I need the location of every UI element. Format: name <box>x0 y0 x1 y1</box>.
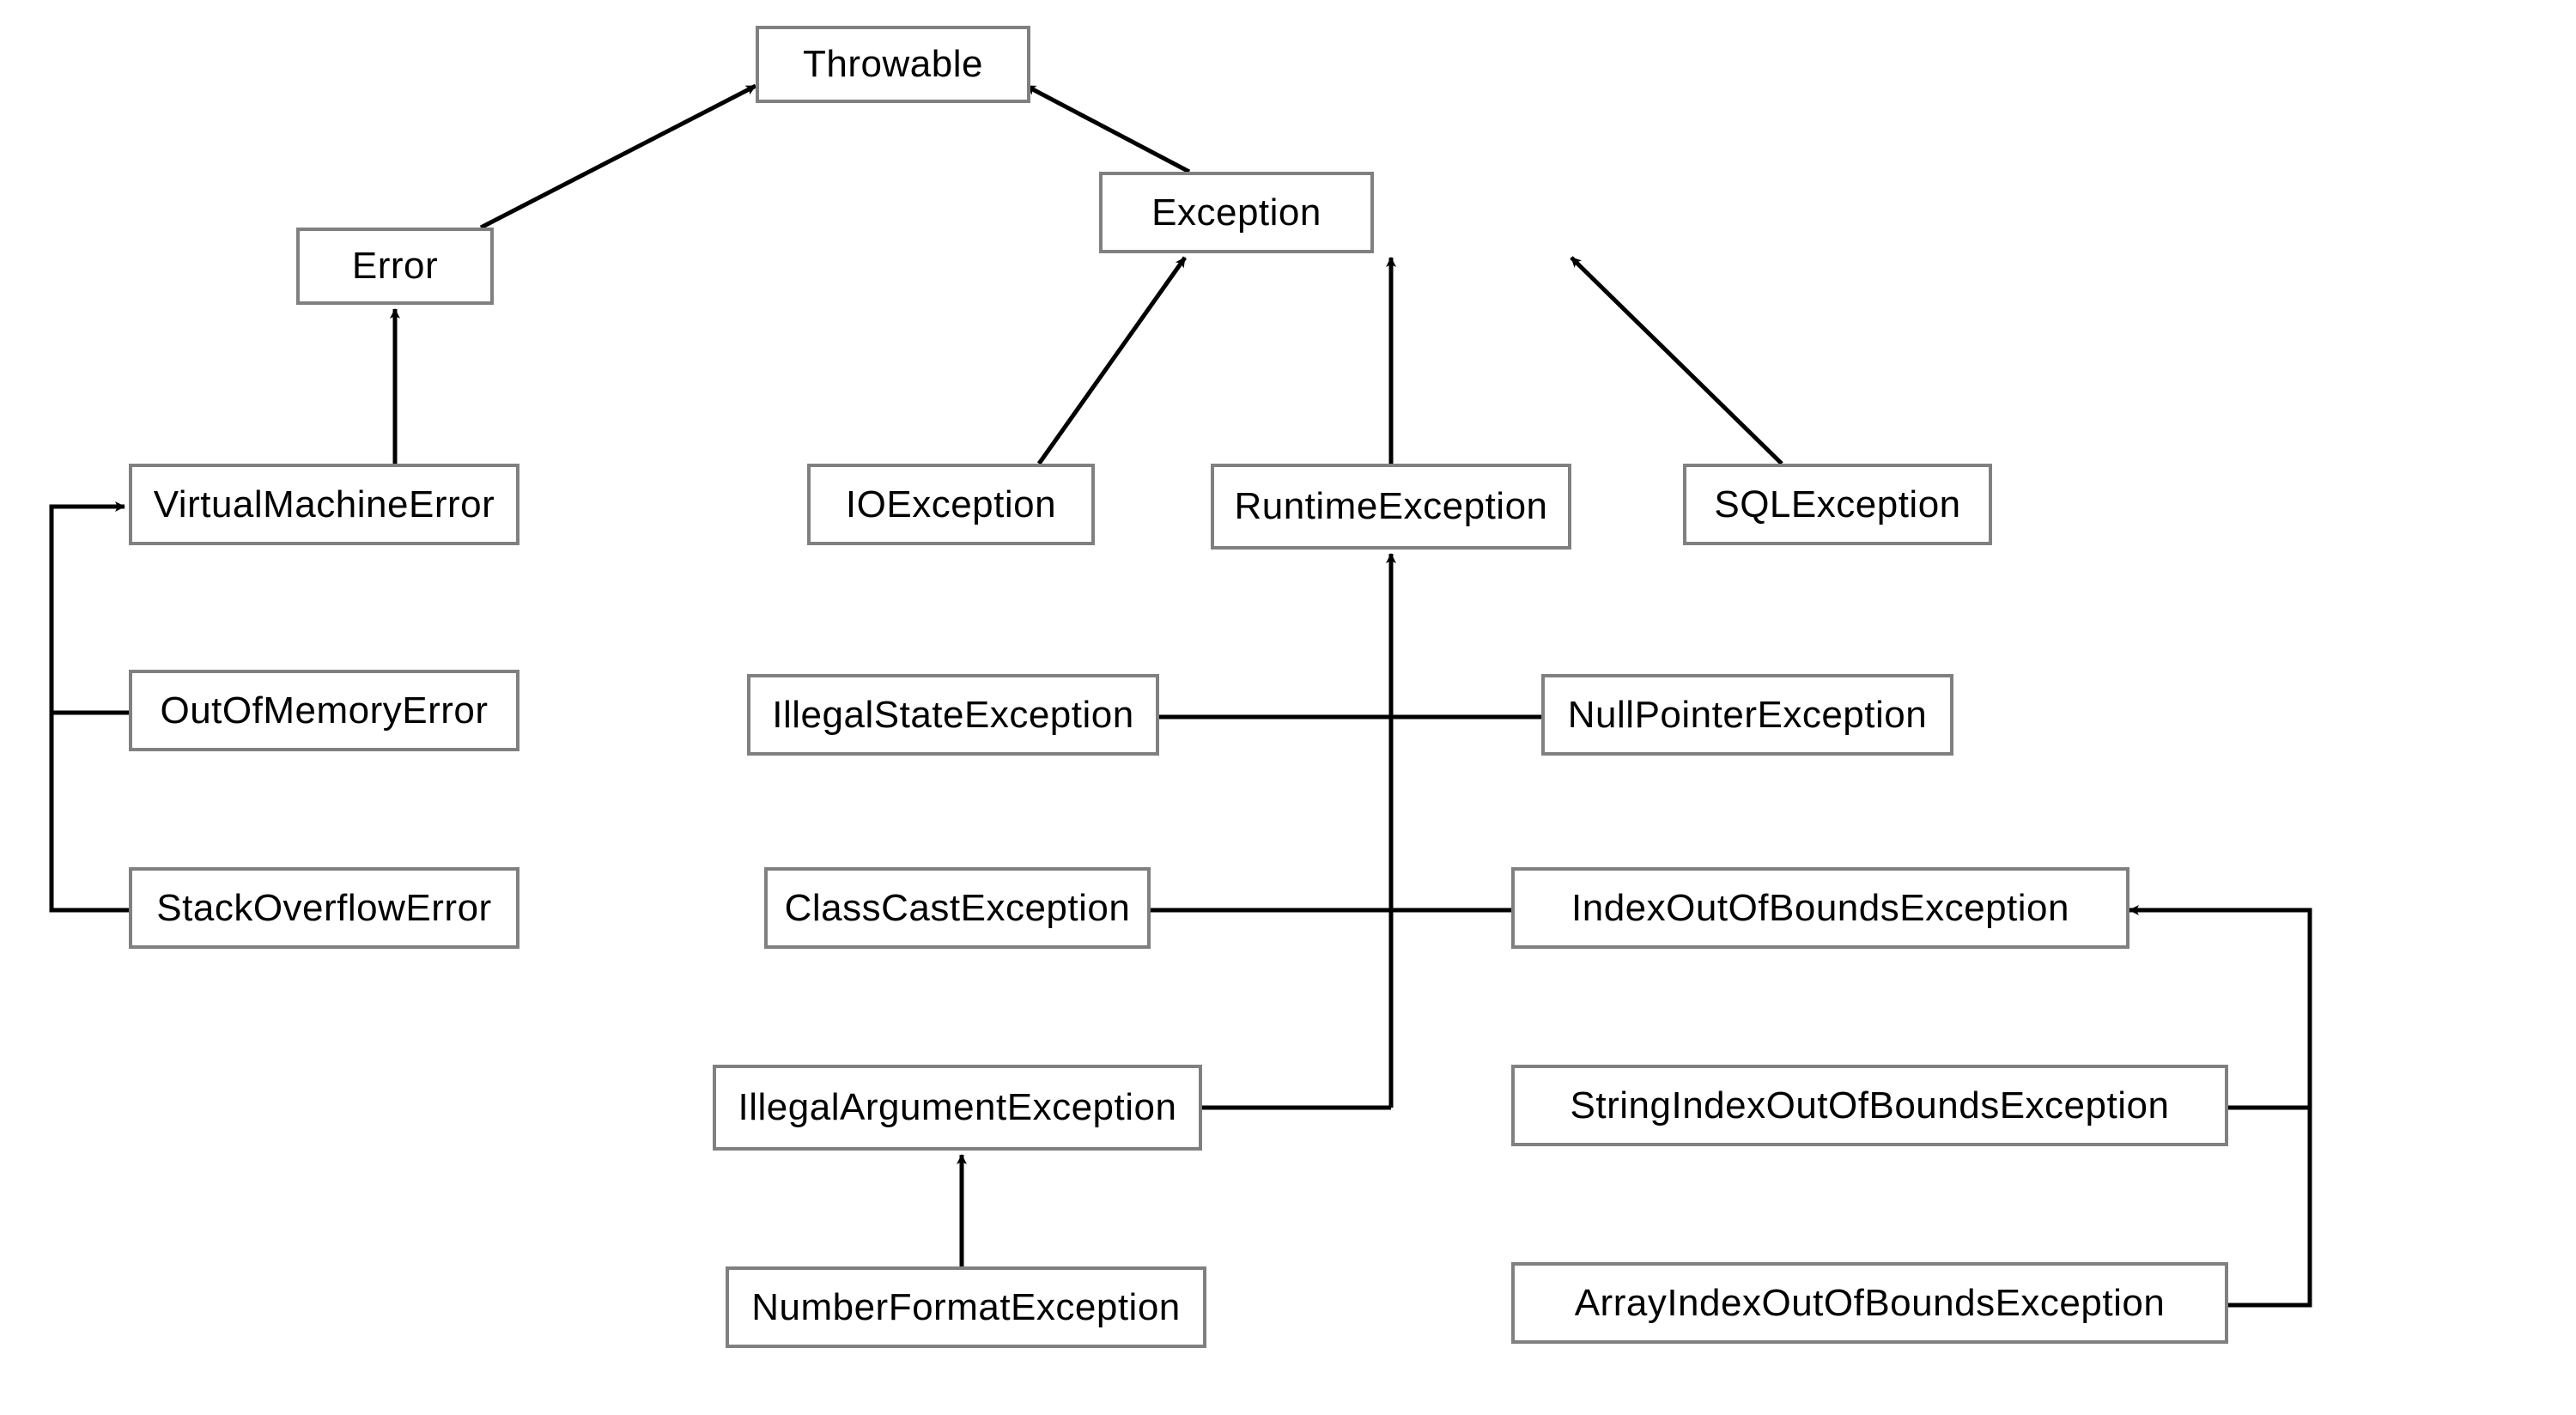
node-label: IndexOutOfBoundsException <box>1571 887 2069 930</box>
edge-soe-vme <box>52 507 129 910</box>
node-virtualmachineerror: VirtualMachineError <box>129 464 519 545</box>
node-label: OutOfMemoryError <box>160 689 488 732</box>
node-classcastexception: ClassCastException <box>764 867 1151 949</box>
node-label: NumberFormatException <box>751 1286 1181 1329</box>
node-label: VirtualMachineError <box>154 483 495 526</box>
node-label: StackOverflowError <box>156 887 491 930</box>
node-label: IllegalArgumentException <box>738 1086 1177 1129</box>
node-stackoverflowerror: StackOverflowError <box>129 867 519 949</box>
node-runtimeexception: RuntimeException <box>1211 464 1571 550</box>
edge-sqlexception-exception <box>1571 258 1782 464</box>
node-label: StringIndexOutOfBoundsException <box>1571 1084 2170 1127</box>
node-illegalargumentexception: IllegalArgumentException <box>713 1065 1202 1151</box>
node-label: Throwable <box>803 43 983 86</box>
node-label: IOException <box>846 483 1056 526</box>
node-outofmemoryerror: OutOfMemoryError <box>129 670 519 751</box>
edge-ioexception-exception <box>1039 258 1185 464</box>
node-throwable: Throwable <box>756 26 1030 103</box>
node-exception: Exception <box>1099 172 1374 253</box>
node-label: Error <box>352 245 438 288</box>
node-arrayindexoutofboundsexception: ArrayIndexOutOfBoundsException <box>1511 1262 2228 1344</box>
node-ioexception: IOException <box>807 464 1095 545</box>
node-label: NullPointerException <box>1568 694 1927 737</box>
node-numberformatexception: NumberFormatException <box>726 1266 1206 1348</box>
edge-exception-throwable <box>1026 86 1189 172</box>
diagram-canvas: Throwable Error Exception VirtualMachine… <box>0 0 2576 1415</box>
node-label: RuntimeException <box>1234 485 1547 528</box>
node-nullpointerexception: NullPointerException <box>1541 674 1953 756</box>
node-label: ClassCastException <box>785 887 1131 930</box>
node-indexoutofboundsexception: IndexOutOfBoundsException <box>1511 867 2129 949</box>
node-label: Exception <box>1151 191 1321 234</box>
node-label: ArrayIndexOutOfBoundsException <box>1575 1282 2166 1325</box>
edge-error-throwable <box>481 86 756 228</box>
node-illegalstateexception: IllegalStateException <box>747 674 1159 756</box>
node-label: IllegalStateException <box>772 694 1133 737</box>
node-label: SQLException <box>1714 483 1960 526</box>
node-stringindexoutofboundsexception: StringIndexOutOfBoundsException <box>1511 1065 2228 1146</box>
node-error: Error <box>296 228 494 305</box>
node-sqlexception: SQLException <box>1683 464 1992 545</box>
